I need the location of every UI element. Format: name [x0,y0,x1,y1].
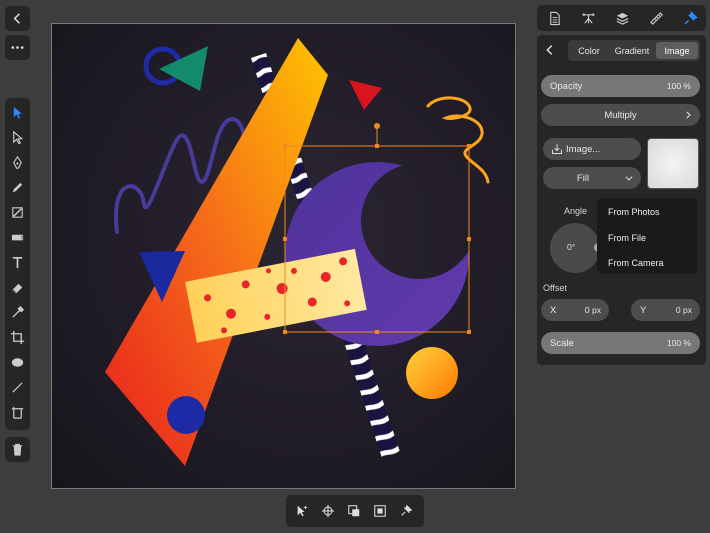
transform-icon [582,13,594,24]
scale-label: Scale [550,338,574,349]
offset-y-label: Y [640,305,647,316]
panel-back-button[interactable] [543,43,557,57]
image-button-label: Image... [566,144,601,155]
angle-label: Angle [564,206,588,216]
document-icon [549,11,560,25]
fill-mode-value: Fill [576,173,590,184]
eyedropper-tool[interactable] [5,300,30,325]
artwork[interactable] [52,24,516,489]
pen-tool[interactable] [5,150,30,175]
pencil-icon [12,182,23,193]
move-tool[interactable] [5,100,30,125]
eyedropper-icon [12,305,25,318]
offset-x-label: X [550,305,557,316]
tab-document[interactable] [537,5,571,31]
eraser-tool[interactable] [5,275,30,300]
chevron-down-icon [625,176,633,181]
ellipse-icon [11,358,24,367]
purple-moon[interactable] [52,24,516,489]
offset-x-value: 0 px [584,305,601,315]
blue-circle[interactable] [167,396,205,434]
node-cursor-icon [13,130,24,145]
fill-type-segmented: Color Gradient Image [568,40,700,61]
frame-tool[interactable] [5,400,30,425]
opacity-value: 100 % [666,81,691,91]
rotate-handle[interactable] [374,123,380,129]
blend-mode-select[interactable]: Multiply [541,104,700,126]
tools-panel [5,98,30,430]
node-tool[interactable] [5,125,30,150]
chevron-left-icon [546,45,553,55]
fill-mode-select[interactable]: Fill [543,167,641,189]
orange-circle[interactable] [406,347,458,399]
vector-brush-tool[interactable] [5,200,30,225]
ruler-icon [649,11,663,25]
tab-stroke[interactable] [639,5,673,31]
eraser-icon [12,283,23,294]
crop-icon [10,330,25,345]
frame-icon [11,406,24,419]
trash-icon [12,443,23,456]
blend-mode-value: Multiply [604,110,637,121]
crop-tool[interactable] [5,325,30,350]
text-tool[interactable] [5,250,30,275]
arrange-icon [348,505,360,517]
scale-slider[interactable]: Scale 100 % [541,332,700,354]
tab-gradient[interactable]: Gradient [610,42,654,59]
delete-button[interactable] [5,437,30,462]
angle-value: 0° [567,242,576,252]
cursor-plus-icon [297,505,308,517]
scale-value: 100 % [666,338,691,348]
arrow-cursor-icon [13,106,22,119]
pin-icon [401,504,413,516]
pen-icon [13,155,22,169]
tab-fill[interactable] [673,5,707,31]
opacity-slider[interactable]: Opacity 100 % [541,75,700,97]
image-picker-button[interactable]: Image... [543,138,641,160]
brush-icon [12,207,23,218]
offset-label: Offset [543,283,567,293]
tab-layers[interactable] [605,5,639,31]
image-preview-thumbnail[interactable] [647,138,699,189]
layers-icon [616,12,628,25]
pencil-tool[interactable] [5,175,30,200]
line-icon [12,382,23,393]
ellipsis-icon [11,46,24,49]
menu-item-from-camera[interactable]: From Camera [608,258,664,268]
chevron-left-icon [13,13,20,24]
import-icon [552,143,562,154]
context-toolbar [286,495,424,527]
text-icon [12,256,23,269]
tab-color[interactable]: Color [570,42,608,59]
more-button[interactable] [5,35,30,60]
selection-mode-button[interactable] [290,499,314,523]
fill-icon [11,234,24,241]
arrange-button[interactable] [342,499,366,523]
menu-item-from-photos[interactable]: From Photos [608,207,660,217]
group-button[interactable] [368,499,392,523]
pushpin-icon [683,10,698,25]
crosshair-icon [321,504,335,518]
offset-y-field[interactable]: Y 0 px [631,299,700,321]
menu-item-from-file[interactable]: From File [608,233,646,243]
studio-tabs [537,5,706,31]
group-icon [374,505,386,517]
line-tool[interactable] [5,375,30,400]
back-button[interactable] [5,6,30,31]
angle-dial[interactable]: 0° [550,223,603,273]
fill-tool[interactable] [5,225,30,250]
pin-button[interactable] [394,499,418,523]
opacity-label: Opacity [550,81,583,92]
ellipse-tool[interactable] [5,350,30,375]
offset-x-field[interactable]: X 0 px [541,299,609,321]
tab-image[interactable]: Image [656,42,698,59]
transform-origin-button[interactable] [316,499,340,523]
document-canvas[interactable] [51,23,516,489]
image-source-menu: From Photos From File From Camera [597,198,697,274]
offset-y-value: 0 px [675,305,692,315]
chevron-right-icon [686,111,691,119]
tab-transform[interactable] [571,5,605,31]
